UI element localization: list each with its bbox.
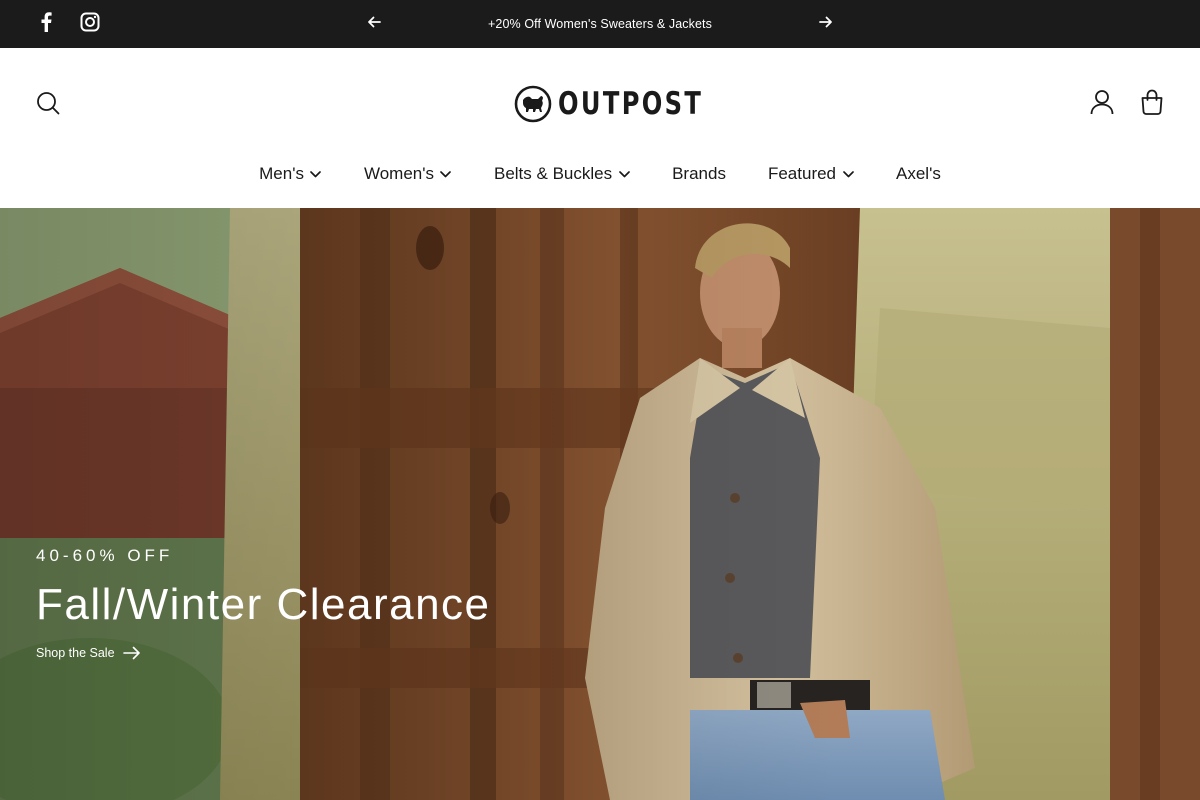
nav-item-womens[interactable]: Women's [364, 164, 452, 184]
user-icon [1090, 89, 1114, 120]
account-button[interactable] [1088, 89, 1116, 120]
chevron-down-icon [842, 168, 854, 180]
hero-banner[interactable]: 40-60% OFF Fall/Winter Clearance Shop th… [0, 208, 1200, 800]
shopping-bag-icon [1140, 89, 1164, 120]
site-header: OUTPOST Men's Women's Belts & Buckles Br… [0, 48, 1200, 208]
search-button[interactable] [34, 91, 62, 119]
instagram-link[interactable] [78, 0, 102, 48]
announcement-next-button[interactable] [814, 12, 838, 36]
announcement-bar: +20% Off Women's Sweaters & Jackets [0, 0, 1200, 48]
main-navigation: Men's Women's Belts & Buckles Brands Fea… [0, 154, 1200, 194]
announcement-prev-button[interactable] [362, 12, 386, 36]
facebook-link[interactable] [34, 0, 58, 48]
nav-item-brands[interactable]: Brands [672, 164, 726, 184]
nav-item-label: Men's [259, 164, 304, 183]
instagram-icon [80, 12, 100, 37]
nav-item-axels[interactable]: Axel's [896, 164, 941, 184]
announcement-text[interactable]: +20% Off Women's Sweaters & Jackets [400, 0, 800, 48]
arrow-left-icon [367, 15, 381, 33]
nav-item-label: Brands [672, 164, 726, 183]
logo-wordmark: OUTPOST [558, 86, 704, 122]
nav-item-label: Belts & Buckles [493, 164, 613, 183]
arrow-right-icon [819, 15, 833, 33]
nav-item-label: Women's [363, 164, 434, 183]
nav-item-label: Axel's [896, 164, 941, 183]
site-logo[interactable]: OUTPOST [514, 84, 744, 124]
facebook-icon [40, 11, 52, 37]
nav-item-label: Featured [767, 164, 837, 183]
cta-label: Shop the Sale [36, 646, 115, 660]
cart-button[interactable] [1138, 89, 1166, 120]
chevron-down-icon [618, 168, 630, 180]
hero-overlay [0, 208, 1200, 800]
chevron-down-icon [440, 168, 452, 180]
arrow-right-icon [122, 646, 141, 660]
shop-the-sale-link[interactable]: Shop the Sale [36, 646, 141, 660]
nav-item-featured[interactable]: Featured [768, 164, 854, 184]
chevron-down-icon [310, 168, 322, 180]
nav-item-mens[interactable]: Men's [259, 164, 322, 184]
search-icon [36, 91, 60, 120]
nav-item-belts-buckles[interactable]: Belts & Buckles [494, 164, 630, 184]
dog-badge-icon [514, 85, 552, 123]
hero-headline: Fall/Winter Clearance [36, 580, 491, 629]
hero-eyebrow: 40-60% OFF [36, 546, 174, 565]
